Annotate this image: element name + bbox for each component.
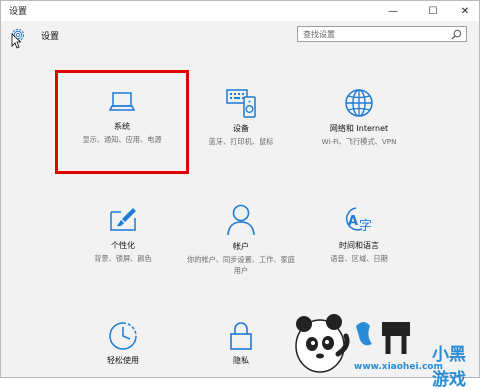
mouse-pointer-icon — [11, 33, 21, 49]
watermark-logo: 小黑游戏 www.xiaohei.com — [286, 296, 480, 390]
highlight-box — [55, 70, 189, 174]
settings-header: 设置 查找设置 — [1, 21, 479, 49]
close-button[interactable]: ✕ — [453, 1, 477, 21]
keyboard-speaker-icon — [226, 89, 256, 118]
tile-time-language-name: 时间和语言 — [339, 241, 379, 250]
title-bar: 设置 — ☐ ✕ — [1, 1, 479, 21]
ease-of-access-icon — [109, 322, 137, 350]
search-placeholder: 查找设置 — [303, 30, 335, 39]
tile-network[interactable]: 网络和 Internet Wi-Fi、飞行模式、VPN — [279, 87, 439, 147]
minimize-button[interactable]: — — [381, 1, 405, 21]
watermark-url: www.xiaohei.com — [354, 362, 443, 372]
svg-text:A: A — [348, 214, 358, 229]
tile-network-desc: Wi-Fi、飞行模式、VPN — [321, 137, 397, 146]
lock-icon — [230, 322, 252, 350]
brush-monitor-icon — [110, 208, 136, 231]
app-name: 设置 — [41, 32, 60, 42]
person-icon — [227, 204, 255, 236]
tile-time-language-desc: 语音、区域、日期 — [330, 254, 388, 263]
maximize-button[interactable]: ☐ — [421, 1, 445, 21]
window-title: 设置 — [9, 7, 28, 17]
tile-time-language[interactable]: A 字 时间和语言 语音、区域、日期 — [279, 204, 439, 264]
globe-icon — [345, 89, 373, 117]
time-language-icon: A 字 — [345, 207, 372, 234]
search-icon — [451, 29, 462, 40]
svg-text:字: 字 — [359, 219, 372, 234]
search-input[interactable]: 查找设置 — [297, 26, 467, 42]
tile-network-name: 网络和 Internet — [329, 124, 389, 133]
